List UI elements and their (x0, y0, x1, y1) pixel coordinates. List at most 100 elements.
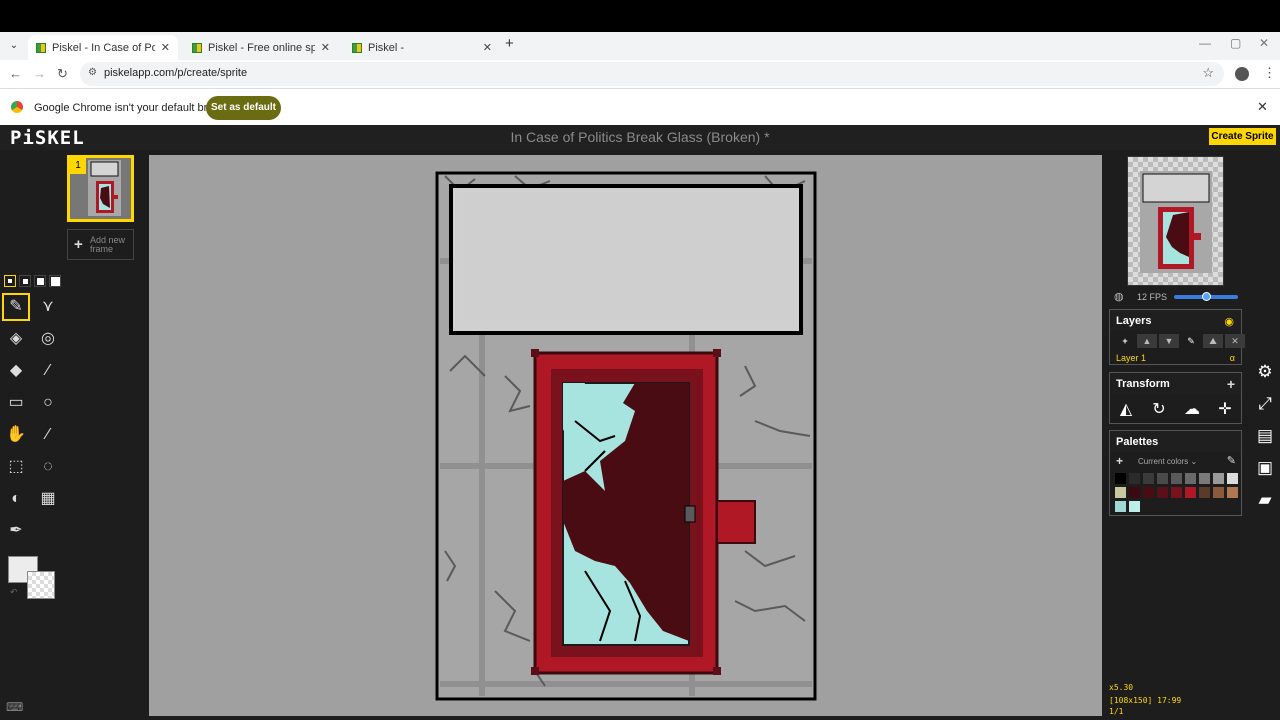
rectangle-tool-icon[interactable]: ▭ (2, 389, 30, 417)
palette-swatch[interactable] (1115, 473, 1126, 484)
palette-swatch[interactable] (1171, 487, 1182, 498)
pen-size-4[interactable] (49, 275, 61, 287)
transform-title: Transform (1110, 373, 1241, 394)
rotate-icon[interactable]: ↻ (1148, 399, 1170, 421)
clone-icon[interactable]: ☁ (1181, 399, 1203, 421)
flip-icon[interactable]: ◭ (1115, 399, 1137, 421)
vertical-mirror-pen-icon[interactable]: ⋎ (34, 293, 62, 321)
palette-swatch[interactable] (1115, 501, 1126, 512)
circle-tool-icon[interactable]: ○ (34, 389, 62, 417)
browser-tab-bar: ⌄ Piskel - In Case of Politics Break ✕ P… (0, 32, 1280, 60)
move-layer-up-icon[interactable]: ▲ (1137, 334, 1157, 348)
stroke-tool-icon[interactable]: ∕ (34, 357, 62, 385)
sprite-canvas[interactable] (435, 171, 817, 701)
add-layer-icon[interactable]: + (1115, 334, 1135, 348)
browser-menu-icon[interactable]: ⋮ (1263, 65, 1276, 81)
palette-swatch[interactable] (1199, 487, 1210, 498)
forward-icon[interactable]: → (33, 66, 46, 81)
palette-swatch[interactable] (1129, 487, 1140, 498)
restore-icon[interactable]: ▢ (1230, 36, 1241, 50)
frame-thumbnail[interactable]: 1 (67, 155, 134, 222)
url-input[interactable]: ⚙ piskelapp.com/p/create/sprite ☆ (80, 62, 1224, 86)
onion-skin-icon[interactable]: ◍ (1114, 290, 1124, 303)
paint-same-color-icon[interactable]: ◎ (34, 325, 62, 353)
bookmark-star-icon[interactable]: ☆ (1202, 65, 1214, 81)
move-layer-down-icon[interactable]: ▼ (1159, 334, 1179, 348)
palette-swatch[interactable] (1199, 473, 1210, 484)
zoom-level: x5.30 (1109, 683, 1134, 692)
palette-swatch[interactable] (1129, 501, 1140, 512)
palette-swatch[interactable] (1227, 487, 1238, 498)
url-text: piskelapp.com/p/create/sprite (104, 67, 248, 79)
tab-piskel-editor[interactable]: Piskel - Free online sprite editor ✕ (184, 35, 338, 60)
palette-swatch[interactable] (1171, 473, 1182, 484)
palette-swatch[interactable] (1129, 473, 1140, 484)
eye-icon[interactable]: ◉ (1224, 315, 1234, 328)
palette-swatch[interactable] (1185, 487, 1196, 498)
animation-preview[interactable] (1127, 156, 1224, 286)
layer-opacity-icon[interactable]: α (1230, 353, 1235, 363)
back-icon[interactable]: ← (9, 66, 22, 81)
settings-gear-icon[interactable]: ⚙ (1254, 361, 1276, 383)
tab-piskel-blank[interactable]: Piskel - ✕ (344, 35, 500, 60)
color-picker-icon[interactable]: ✒ (2, 517, 30, 545)
set-default-button[interactable]: Set as default (206, 96, 281, 120)
profile-avatar[interactable] (1235, 67, 1249, 81)
reload-icon[interactable]: ↻ (57, 66, 68, 82)
palette-swatch[interactable] (1115, 487, 1126, 498)
delete-layer-icon[interactable]: ✕ (1225, 334, 1245, 348)
secondary-color-swatch[interactable] (27, 571, 55, 599)
site-info-icon[interactable]: ⚙ (88, 67, 97, 78)
export-image-icon[interactable]: ▣ (1254, 457, 1276, 479)
add-palette-icon[interactable]: + (1116, 454, 1123, 468)
keyboard-shortcuts-icon[interactable]: ⌨ (6, 700, 23, 714)
rect-selection-icon[interactable]: ⬚ (2, 453, 30, 481)
create-sprite-button[interactable]: Create Sprite (1209, 128, 1276, 145)
window-close-icon[interactable]: ✕ (1259, 36, 1269, 50)
palette-swatch[interactable] (1143, 487, 1154, 498)
shape-selection-icon[interactable]: ⁄ (34, 421, 62, 449)
minimize-icon[interactable]: — (1199, 36, 1211, 50)
eraser-icon[interactable]: ◆ (2, 357, 30, 385)
align-center-icon[interactable]: ✛ (1214, 399, 1236, 421)
palette-select[interactable]: Current colors ⌄ (1138, 457, 1197, 466)
palette-swatch[interactable] (1213, 487, 1224, 498)
dithering-tool-icon[interactable]: ▦ (34, 485, 62, 513)
frame-number-badge: 1 (70, 158, 86, 174)
swap-colors-icon[interactable]: ↶ (10, 587, 18, 598)
move-hand-icon[interactable]: ✋ (2, 421, 30, 449)
close-tab-icon[interactable]: ✕ (161, 41, 170, 54)
lasso-selection-icon[interactable]: ◌ (34, 453, 62, 481)
new-tab-icon[interactable]: + (505, 35, 514, 52)
palette-select-value: Current colors (1138, 457, 1189, 466)
merge-layer-icon[interactable]: ⛰ (1203, 334, 1223, 348)
palette-swatch[interactable] (1185, 473, 1196, 484)
tab-search-icon[interactable]: ⌄ (6, 38, 22, 54)
pen-tool-icon[interactable]: ✎ (2, 293, 30, 321)
edit-palette-icon[interactable]: ✎ (1227, 454, 1236, 467)
transform-expand-icon[interactable]: + (1227, 376, 1235, 392)
palette-swatch[interactable] (1157, 487, 1168, 498)
palette-swatch[interactable] (1213, 473, 1224, 484)
close-tab-icon[interactable]: ✕ (321, 41, 330, 54)
palette-swatch[interactable] (1143, 473, 1154, 484)
add-new-frame-button[interactable]: + Add new frame (67, 229, 134, 260)
layer-item-1[interactable]: Layer 1 (1116, 353, 1146, 363)
app-header: PiSKEL In Case of Politics Break Glass (… (0, 125, 1280, 150)
sprite-title[interactable]: In Case of Politics Break Glass (Broken)… (0, 129, 1280, 145)
pen-size-3[interactable] (34, 275, 46, 287)
pen-size-2[interactable] (19, 275, 31, 287)
save-icon[interactable]: ▤ (1254, 425, 1276, 447)
close-tab-icon[interactable]: ✕ (483, 41, 492, 54)
rename-layer-icon[interactable]: ✎ (1181, 334, 1201, 348)
open-folder-icon[interactable]: ▰ (1254, 489, 1276, 511)
pen-size-1[interactable] (4, 275, 16, 287)
paint-bucket-icon[interactable]: ◈ (2, 325, 30, 353)
tab-piskel-politics[interactable]: Piskel - In Case of Politics Break ✕ (28, 35, 178, 60)
fps-slider-handle[interactable] (1202, 292, 1211, 301)
resize-icon[interactable]: ⤢ (1254, 393, 1276, 415)
palette-swatch[interactable] (1227, 473, 1238, 484)
palette-swatch[interactable] (1157, 473, 1168, 484)
lighten-tool-icon[interactable]: ◐ (2, 485, 30, 513)
infobar-close-icon[interactable]: ✕ (1257, 99, 1268, 115)
